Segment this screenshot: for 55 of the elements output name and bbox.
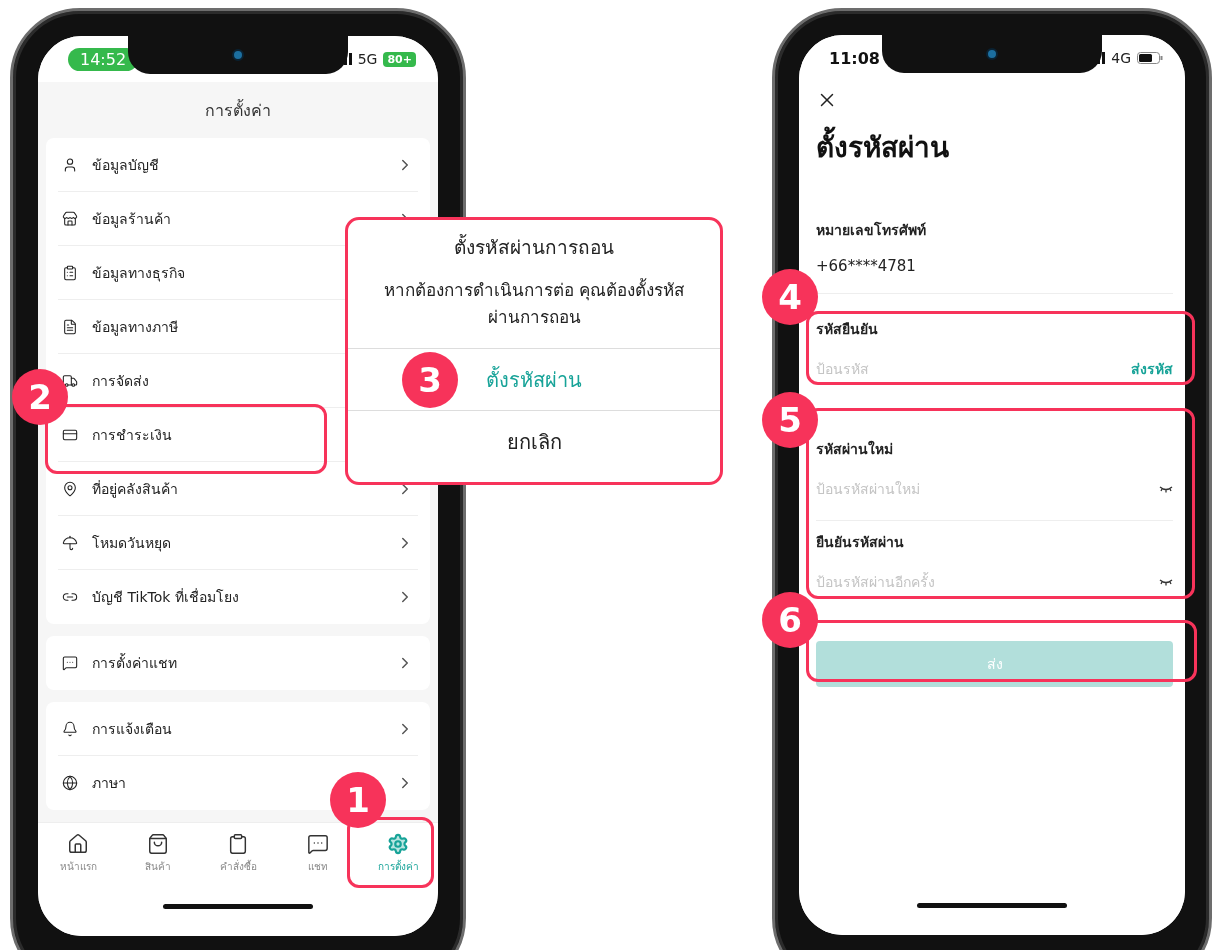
closed-eye-icon[interactable] bbox=[1159, 578, 1173, 586]
camera-dot bbox=[232, 49, 244, 61]
menu-item-label[interactable]: ข้อมูลร้านค้า bbox=[92, 207, 171, 230]
dialog-message: หากต้องการดำเนินการต่อ คุณต้องตั้งรหัสผ่านการถอน bbox=[382, 277, 686, 329]
menu-item-label[interactable]: ข้อมูลทางภาษี bbox=[92, 315, 178, 338]
globe-icon bbox=[62, 775, 78, 791]
field-label: รหัสผ่านใหม่ bbox=[816, 439, 894, 459]
bell-icon bbox=[62, 720, 78, 737]
chat-icon bbox=[62, 655, 78, 671]
map-pin-icon bbox=[62, 480, 78, 497]
phone-number: +66****4781 bbox=[816, 257, 917, 275]
field-label: รหัสยืนยัน bbox=[816, 320, 879, 339]
screen-title: การตั้งค่า bbox=[205, 98, 271, 122]
menu-item-label[interactable]: โหมดวันหยุด bbox=[92, 531, 171, 554]
truck-icon bbox=[62, 372, 78, 389]
camera-dot bbox=[986, 48, 998, 60]
menu-item-label[interactable]: ภาษา bbox=[92, 772, 126, 794]
clipboard-icon bbox=[62, 264, 78, 281]
field-label: หมายเลขโทรศัพท์ bbox=[816, 220, 927, 240]
code-input[interactable]: ป้อนรหัส bbox=[816, 356, 1123, 382]
field-label: ยืนยันรหัสผ่าน bbox=[816, 533, 905, 552]
tab-item[interactable]: แชท bbox=[278, 833, 358, 883]
tab-item[interactable]: สินค้า bbox=[118, 833, 198, 883]
tab-item[interactable]: หน้าแรก bbox=[38, 833, 118, 883]
step-marker: 6 bbox=[762, 592, 818, 648]
umbrella-icon bbox=[62, 534, 78, 551]
menu-item-label[interactable]: ที่อยู่คลังสินค้า bbox=[92, 477, 178, 500]
menu-item-label[interactable]: การจัดส่ง bbox=[92, 369, 149, 392]
battery-icon bbox=[1137, 52, 1163, 64]
shopping-bag-icon bbox=[147, 833, 169, 855]
settings-icon bbox=[387, 833, 409, 855]
status-time: 11:08 bbox=[829, 48, 880, 68]
document-icon bbox=[62, 318, 78, 335]
menu-item-label[interactable]: การตั้งค่าแชท bbox=[92, 652, 177, 674]
menu-item-label[interactable]: การชำระเงิน bbox=[92, 423, 172, 446]
store-icon bbox=[62, 210, 78, 227]
clipboard-icon bbox=[227, 833, 249, 855]
tab-item[interactable]: คำสั่งซื้อ bbox=[198, 833, 278, 883]
menu-item-label[interactable]: ข้อมูลทางธุรกิจ bbox=[92, 261, 185, 284]
home-icon bbox=[67, 833, 89, 855]
page-title: ตั้งรหัสผ่าน bbox=[816, 125, 1173, 169]
battery-level: 80+ bbox=[383, 51, 416, 67]
password-input[interactable]: ป้อนรหัสผ่านใหม่ bbox=[816, 476, 1151, 502]
person-icon bbox=[62, 156, 78, 173]
network-type: 5G bbox=[357, 51, 378, 67]
network-type: 4G bbox=[1111, 50, 1131, 66]
dialog-title: ตั้งรหัสผ่านการถอน bbox=[453, 233, 615, 260]
step-marker: 4 bbox=[762, 269, 818, 325]
menu-item-label[interactable]: บัญชี TikTok ที่เชื่อมโยง bbox=[92, 586, 239, 608]
chat-icon bbox=[307, 833, 329, 855]
menu-item-label[interactable]: ข้อมูลบัญชี bbox=[92, 153, 159, 176]
cancel-button[interactable]: ยกเลิก bbox=[348, 410, 720, 472]
closed-eye-icon[interactable] bbox=[1159, 485, 1173, 493]
password-input[interactable]: ป้อนรหัสผ่านอีกครั้ง bbox=[816, 569, 1151, 595]
menu-item-label[interactable]: การแจ้งเตือน bbox=[92, 717, 172, 740]
